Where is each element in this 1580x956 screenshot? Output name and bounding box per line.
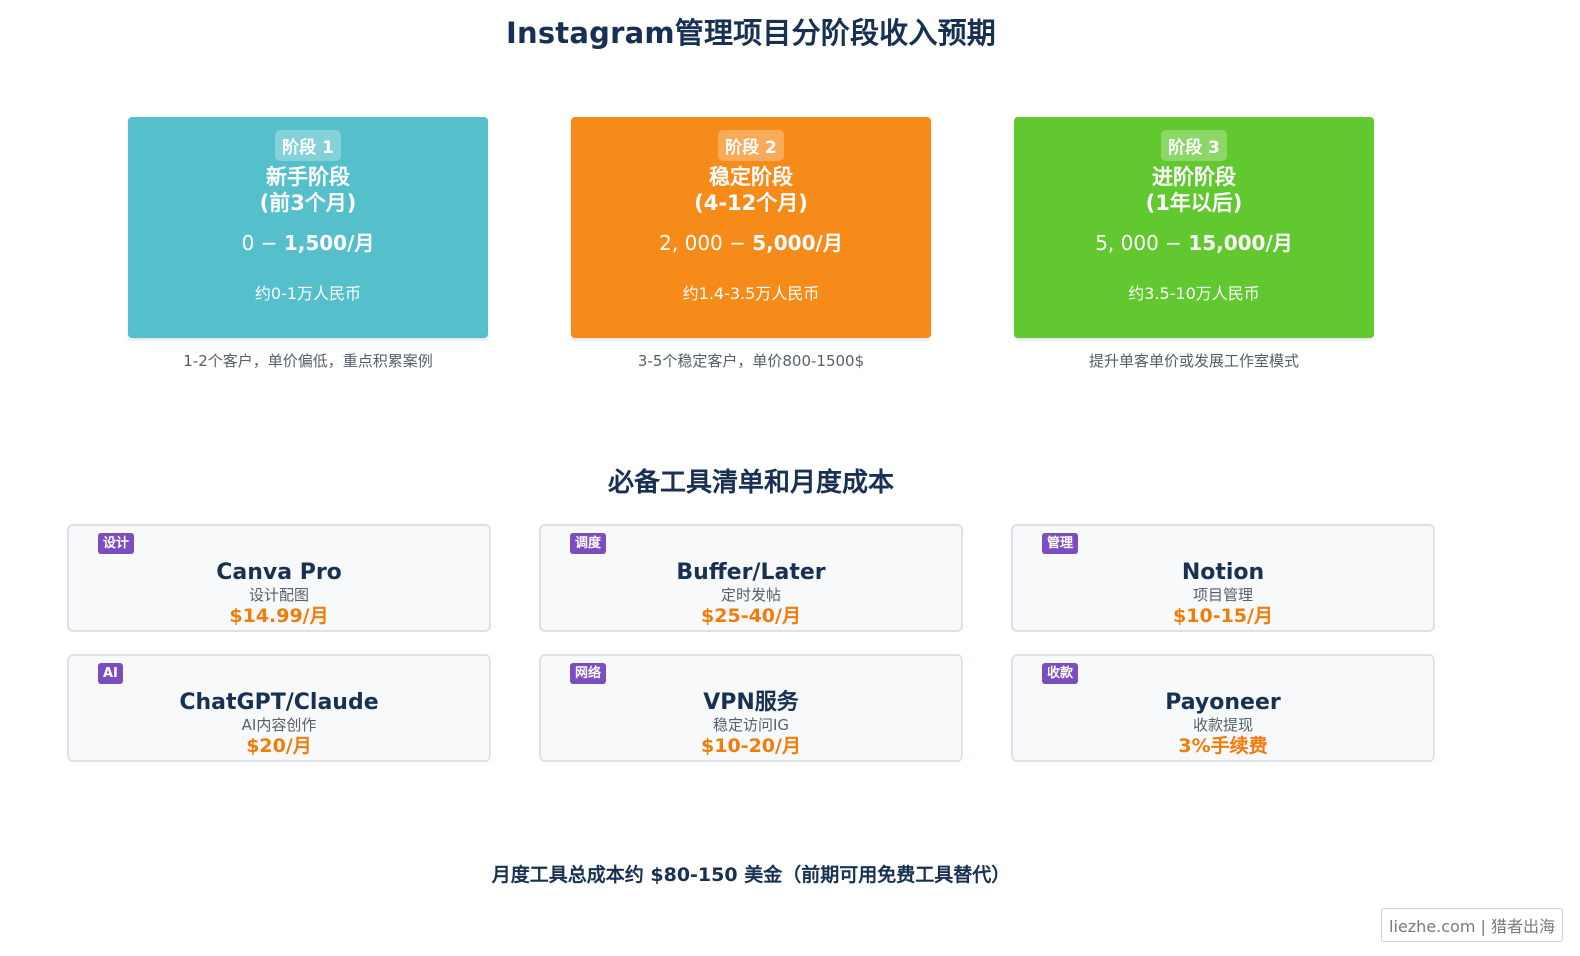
tool-description: AI内容创作 (241, 716, 317, 734)
stage-badge: 阶段 2 (718, 130, 784, 161)
tool-card-notion: 管理 Notion 项目管理 $10-15/月 (1011, 524, 1435, 632)
stage-rmb: 约0-1万人民币 (254, 284, 362, 303)
tool-description: 稳定访问IG (712, 716, 790, 734)
tool-category-tag: AI (98, 663, 123, 684)
tool-price: $10-15/月 (1173, 605, 1273, 627)
total-cost-summary: 月度工具总成本约 $80-150 美金（前期可用免费工具替代） (491, 864, 1011, 886)
tool-card-vpn: 网络 VPN服务 稳定访问IG $10-20/月 (539, 654, 963, 762)
tools-section-title: 必备工具清单和月度成本 (607, 468, 894, 498)
tool-name: Notion (1181, 560, 1265, 585)
tool-name: Payoneer (1165, 690, 1281, 715)
tool-description: 项目管理 (1192, 586, 1253, 604)
tool-name: Buffer/Later (676, 560, 826, 585)
stage-note-3: 提升单客单价或发展工作室模式 (1088, 352, 1299, 370)
page-title: Instagram管理项目分阶段收入预期 (506, 16, 996, 50)
tool-category-tag: 调度 (570, 533, 607, 554)
stage-period: (1年以后) (1145, 191, 1243, 215)
watermark: liezhe.com | 猎者出海 (1381, 908, 1563, 942)
stage-rmb: 约3.5-10万人民币 (1128, 284, 1260, 303)
tool-price: $25-40/月 (701, 605, 801, 627)
stage-period: (前3个月) (259, 191, 357, 215)
tool-category-tag: 收款 (1042, 663, 1079, 684)
tool-category-tag: 网络 (570, 663, 607, 684)
stage-name: 进阶阶段 (1152, 165, 1236, 189)
tool-description: 设计配图 (248, 586, 309, 604)
stage-card-3: 阶段 3 进阶阶段 (1年以后) 5, 000 − 15,000/月 约3.5-… (1014, 117, 1374, 338)
tool-price: $20/月 (246, 735, 312, 757)
stage-name: 新手阶段 (266, 165, 350, 189)
tool-name: VPN服务 (703, 690, 799, 715)
stage-income: 2, 000 − 5,000/月 (571, 231, 931, 255)
stage-income: 5, 000 − 15,000/月 (1014, 231, 1374, 255)
stage-note-2: 3-5个稳定客户，单价800-1500$ (637, 352, 865, 370)
tool-category-tag: 设计 (98, 533, 135, 554)
tool-price: 3%手续费 (1178, 735, 1268, 757)
tool-price: $10-20/月 (701, 735, 801, 757)
tool-card-canva: 设计 Canva Pro 设计配图 $14.99/月 (67, 524, 491, 632)
income-low: 0 − (241, 231, 284, 255)
tool-name: ChatGPT/Claude (179, 690, 379, 715)
tool-category-tag: 管理 (1042, 533, 1079, 554)
tool-card-chatgpt: AI ChatGPT/Claude AI内容创作 $20/月 (67, 654, 491, 762)
stage-period: (4-12个月) (694, 191, 808, 215)
stage-card-2: 阶段 2 稳定阶段 (4-12个月) 2, 000 − 5,000/月 约1.4… (571, 117, 931, 338)
page: Instagram管理项目分阶段收入预期 阶段 1 新手阶段 (前3个月) 0 … (0, 0, 1580, 956)
stage-badge: 阶段 3 (1161, 130, 1227, 161)
stage-badge: 阶段 1 (275, 130, 341, 161)
income-high: 15,000/月 (1188, 231, 1293, 255)
tool-card-payoneer: 收款 Payoneer 收款提现 3%手续费 (1011, 654, 1435, 762)
income-high: 1,500/月 (283, 231, 375, 255)
stage-rmb: 约1.4-3.5万人民币 (682, 284, 820, 303)
tool-name: Canva Pro (216, 560, 342, 585)
income-low: 5, 000 − (1095, 231, 1189, 255)
tool-price: $14.99/月 (229, 605, 329, 627)
income-low: 2, 000 − (659, 231, 753, 255)
stage-name: 稳定阶段 (709, 165, 793, 189)
stage-card-1: 阶段 1 新手阶段 (前3个月) 0 − 1,500/月 约0-1万人民币 (128, 117, 488, 338)
stage-note-1: 1-2个客户，单价偏低，重点积累案例 (183, 352, 433, 370)
income-high: 5,000/月 (752, 231, 843, 255)
tool-description: 收款提现 (1192, 716, 1253, 734)
stage-income: 0 − 1,500/月 (128, 231, 488, 255)
tool-card-buffer: 调度 Buffer/Later 定时发帖 $25-40/月 (539, 524, 963, 632)
tool-description: 定时发帖 (720, 586, 781, 604)
